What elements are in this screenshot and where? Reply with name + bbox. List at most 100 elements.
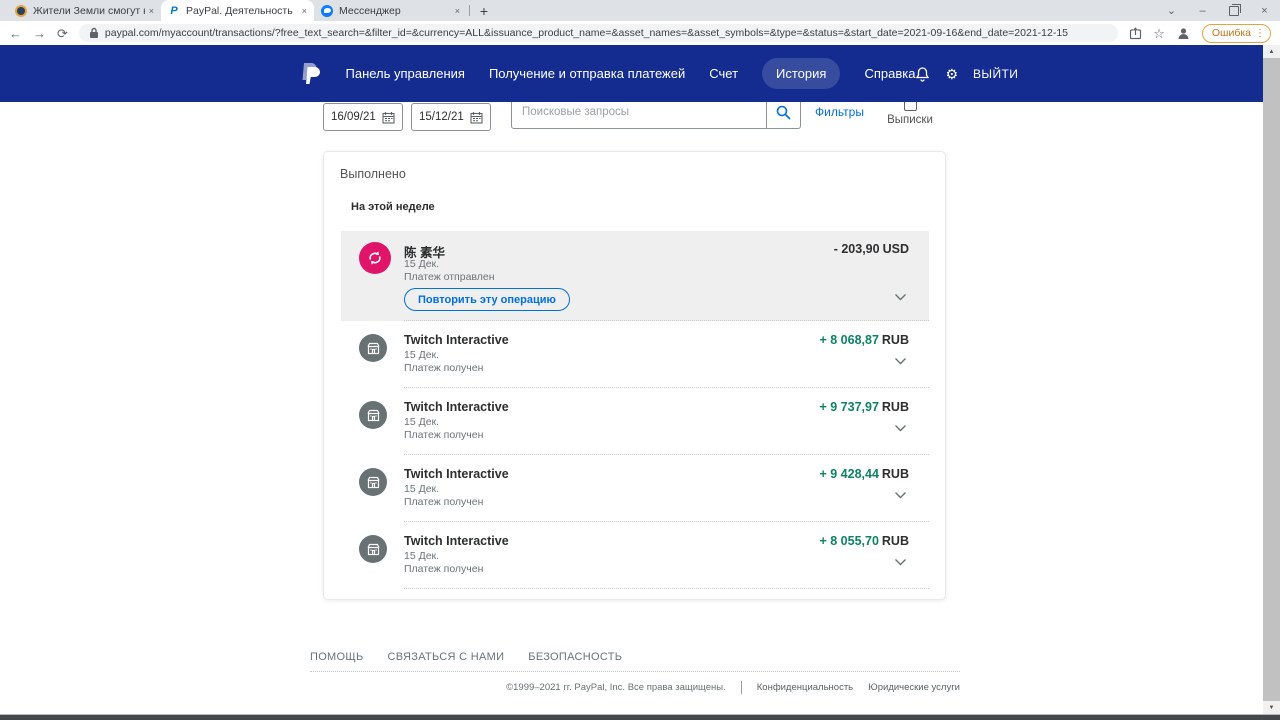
date-from-value: 16/09/21 [331,111,376,123]
amount-currency: USD [883,242,909,256]
legal-links: Конфиденциальность Юридические услуги [757,682,960,693]
scrollbar[interactable]: ▲ ▼ [1263,45,1280,720]
logout-link[interactable]: ВЫЙТИ [973,67,1018,81]
transaction-name: Twitch Interactive [404,467,509,481]
amount-value: + 8 055,70 [819,534,878,548]
amount-value: + 9 737,97 [819,400,878,414]
chevron-down-icon[interactable] [894,491,907,499]
transaction-row[interactable]: 陈 素华 15 Дек. Платеж отправлен Повторить … [341,231,929,321]
transaction-date: 15 Дек. [404,349,439,361]
merchant-icon [366,341,381,356]
transaction-row[interactable]: Twitch Interactive 15 Дек. Платеж получе… [341,522,929,589]
paypal-logo[interactable] [301,62,321,86]
transaction-row[interactable]: Twitch Interactive 15 Дек. Платеж получе… [341,321,929,388]
date-to-input[interactable]: 15/12/21 [411,103,491,131]
chevron-down-icon[interactable] [894,293,907,301]
error-button[interactable]: Ошибка ⋮ [1202,24,1271,43]
chevron-down-icon[interactable] [894,357,907,365]
tab-close-icon[interactable]: × [302,6,307,16]
paypal-navbar: Панель управления Получение и отправка пл… [0,45,1263,102]
footer-link-0[interactable]: ПОМОЩЬ [310,651,364,663]
forward-button[interactable]: → [33,27,46,40]
transaction-avatar [359,334,387,362]
url-bar[interactable]: paypal.com/myaccount/transactions/?free_… [79,24,1118,42]
footer-link-2[interactable]: БЕЗОПАСНОСТЬ [528,651,622,663]
transaction-date: 15 Дек. [404,258,439,270]
browser-window: Жители Земли смогут наблюда×PPayPal. Дея… [0,0,1280,720]
nav-item-dashboard[interactable]: Панель управления [346,58,465,89]
transaction-amount: - 203,90USD [834,242,909,256]
tab-close-icon[interactable]: × [455,6,460,16]
kebab-menu-icon[interactable]: ⋮ [1255,28,1265,39]
transaction-amount: + 9 428,44RUB [819,467,909,481]
transfer-icon [367,250,383,266]
footer-link-1[interactable]: СВЯЗАТЬСЯ С НАМИ [388,651,505,663]
close-window-button[interactable]: × [1249,0,1280,21]
chevron-down-icon[interactable] [894,424,907,432]
messenger-favicon [321,5,333,17]
tab-strip: Жители Земли смогут наблюда×PPayPal. Дея… [0,0,1280,21]
transaction-row[interactable]: Twitch Interactive 15 Дек. Платеж получе… [341,388,929,455]
reload-button[interactable]: ⟳ [57,27,68,40]
search-placeholder: Поисковые запросы [512,106,766,118]
tab-close-icon[interactable]: × [149,6,154,16]
nav-item-account[interactable]: Счет [709,58,738,89]
amount-currency: RUB [882,534,909,548]
transaction-status: Платеж отправлен [404,271,495,283]
new-tab-button[interactable]: + [472,0,496,21]
browser-tab-news[interactable]: Жители Земли смогут наблюда × [8,0,161,21]
calendar-icon [382,111,395,124]
transaction-amount: + 9 737,97RUB [819,400,909,414]
transaction-amount: + 8 055,70 RUB [819,534,909,548]
browser-tab-messenger[interactable]: Мессенджер× [314,0,467,21]
tab-separator [469,5,470,16]
nav-item-history[interactable]: История [762,58,840,89]
scroll-down-arrow-icon[interactable]: ▼ [1263,701,1280,714]
legal-link-0[interactable]: Конфиденциальность [757,682,853,693]
search-button[interactable] [767,104,800,121]
tab-title: PayPal. Деятельность [186,5,298,17]
transaction-avatar [359,535,387,563]
amount-currency: RUB [882,467,909,481]
transaction-row[interactable]: Twitch Interactive 15 Дек. Платеж получе… [341,455,929,522]
transaction-status: Платеж получен [404,563,483,575]
legal-link-1[interactable]: Юридические услуги [868,682,960,693]
tab-search-chevron-icon[interactable]: ⌄ [1156,0,1187,21]
scroll-up-arrow-icon[interactable]: ▲ [1263,45,1280,58]
minimize-button[interactable]: – [1187,0,1218,21]
copyright-text: ©1999–2021 гг. PayPal, Inc. Все права за… [506,682,726,693]
scrollbar-thumb[interactable] [1263,58,1280,701]
share-icon[interactable] [1129,27,1142,40]
transaction-name: Twitch Interactive [404,333,509,347]
transaction-list: 陈 素华 15 Дек. Платеж отправлен Повторить … [341,231,929,589]
browser-toolbar: ← → ⟳ paypal.com/myaccount/transactions/… [0,21,1280,45]
repeat-transaction-button[interactable]: Повторить эту операцию [404,288,570,311]
transactions-card: Выполнено На этой неделе 陈 素华 15 Дек. Пл… [323,151,946,600]
footer-links: ПОМОЩЬ СВЯЗАТЬСЯ С НАМИ БЕЗОПАСНОСТЬ [310,651,622,663]
news-favicon [15,5,27,17]
transaction-name: Twitch Interactive [404,534,509,548]
nav-items: Панель управления Получение и отправка пл… [346,58,916,89]
restore-icon [1229,6,1239,16]
notifications-bell-icon[interactable] [915,66,930,82]
window-bottom-edge [0,714,1280,720]
browser-tab-paypal[interactable]: PPayPal. Деятельность× [161,0,314,21]
nav-item-payments[interactable]: Получение и отправка платежей [489,58,685,89]
transaction-avatar [359,401,387,429]
date-from-input[interactable]: 16/09/21 [323,103,403,131]
bookmark-star-icon[interactable]: ☆ [1153,27,1165,40]
chevron-down-icon[interactable] [894,558,907,566]
window-controls: ⌄ – × [1156,0,1280,21]
back-button[interactable]: ← [9,27,22,40]
lock-icon [89,27,99,39]
profile-avatar-icon[interactable] [1176,26,1191,41]
merchant-icon [366,542,381,557]
merchant-icon [366,408,381,423]
browser-tabs: Жители Земли смогут наблюда×PPayPal. Дея… [8,0,467,21]
nav-item-help[interactable]: Справка [864,58,915,89]
settings-gear-icon[interactable]: ⚙ [945,67,958,81]
transaction-status: Платеж получен [404,429,483,441]
tab-title: Жители Земли смогут наблюда [33,5,145,17]
filters-link[interactable]: Фильтры [815,105,864,119]
maximize-button[interactable] [1218,0,1249,21]
